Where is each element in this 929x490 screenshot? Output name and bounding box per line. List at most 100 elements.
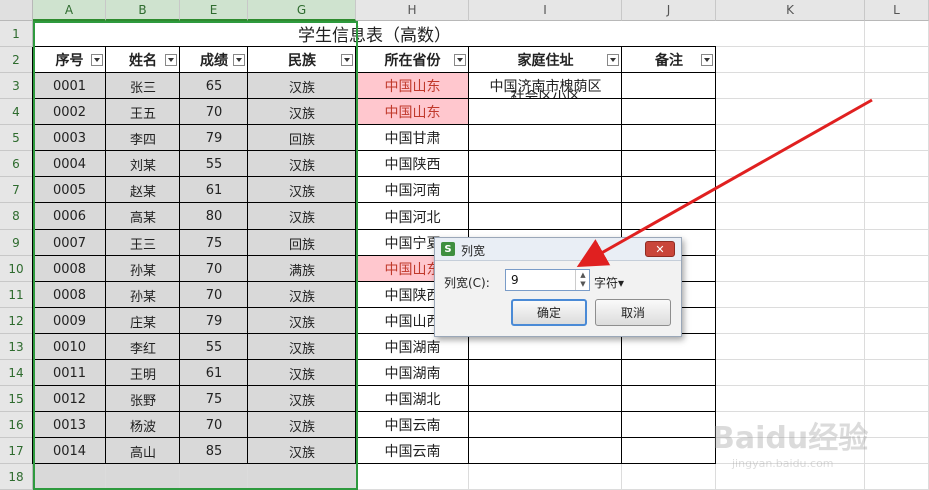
table-cell[interactable]: 中国云南 [356, 412, 469, 438]
row-header-13[interactable]: 13 [0, 334, 33, 360]
row-header-14[interactable]: 14 [0, 360, 33, 386]
filter-dropdown-icon[interactable] [233, 54, 245, 66]
unit-dropdown[interactable]: 字符▾ [594, 274, 624, 291]
table-cell[interactable] [622, 177, 716, 203]
column-header-K[interactable]: K [716, 0, 865, 21]
column-header-B[interactable]: B [106, 0, 180, 21]
table-cell[interactable]: 0010 [33, 334, 106, 360]
table-cell[interactable]: 庄某 [106, 308, 180, 334]
cancel-button[interactable]: 取消 [595, 299, 671, 326]
table-cell[interactable]: 0009 [33, 308, 106, 334]
table-cell[interactable]: 55 [180, 334, 248, 360]
column-header-E[interactable]: E [180, 0, 248, 21]
row-header-3[interactable]: 3 [0, 73, 33, 99]
column-header-I[interactable]: I [469, 0, 622, 21]
table-cell[interactable]: 张三 [106, 73, 180, 99]
table-cell[interactable]: 张野 [106, 386, 180, 412]
table-cell[interactable]: 0005 [33, 177, 106, 203]
row-header-5[interactable]: 5 [0, 125, 33, 151]
table-cell[interactable]: 中国湖北 [356, 386, 469, 412]
table-cell[interactable] [622, 412, 716, 438]
table-cell[interactable] [469, 177, 622, 203]
column-header-G[interactable]: G [248, 0, 356, 21]
table-cell[interactable]: 55 [180, 151, 248, 177]
row-header-12[interactable]: 12 [0, 308, 33, 334]
table-cell[interactable] [469, 386, 622, 412]
filter-dropdown-icon[interactable] [454, 54, 466, 66]
filter-dropdown-icon[interactable] [607, 54, 619, 66]
column-header-L[interactable]: L [865, 0, 929, 21]
table-cell[interactable]: 汉族 [248, 151, 356, 177]
column-header-A[interactable]: A [33, 0, 106, 21]
table-cell[interactable]: 刘某 [106, 151, 180, 177]
table-cell[interactable]: 回族 [248, 230, 356, 256]
table-cell[interactable]: 高山 [106, 438, 180, 464]
table-cell[interactable] [622, 99, 716, 125]
header-cell[interactable]: 所在省份 [356, 47, 469, 73]
width-spinner[interactable]: ▲ ▼ [575, 270, 590, 290]
spin-down-icon[interactable]: ▼ [576, 279, 590, 288]
row-header-10[interactable]: 10 [0, 256, 33, 282]
table-cell[interactable]: 李红 [106, 334, 180, 360]
table-cell[interactable]: 孙某 [106, 256, 180, 282]
table-cell[interactable]: 0003 [33, 125, 106, 151]
table-cell[interactable]: 0006 [33, 203, 106, 230]
row-header-9[interactable]: 9 [0, 230, 33, 256]
row-header-15[interactable]: 15 [0, 386, 33, 412]
table-cell[interactable]: 61 [180, 177, 248, 203]
row-header-8[interactable]: 8 [0, 203, 33, 230]
table-cell[interactable] [622, 125, 716, 151]
table-cell[interactable]: 孙某 [106, 282, 180, 308]
table-cell[interactable] [469, 203, 622, 230]
table-cell[interactable]: 0012 [33, 386, 106, 412]
filter-dropdown-icon[interactable] [165, 54, 177, 66]
table-cell[interactable]: 0007 [33, 230, 106, 256]
table-cell[interactable]: 王明 [106, 360, 180, 386]
row-header-6[interactable]: 6 [0, 151, 33, 177]
table-cell[interactable]: 0008 [33, 256, 106, 282]
table-cell[interactable] [622, 203, 716, 230]
table-cell[interactable] [469, 334, 622, 360]
table-cell[interactable]: 李四 [106, 125, 180, 151]
table-cell[interactable]: 79 [180, 125, 248, 151]
row-header-17[interactable]: 17 [0, 438, 33, 464]
row-header-11[interactable]: 11 [0, 282, 33, 308]
table-cell[interactable]: 汉族 [248, 99, 356, 125]
table-cell[interactable]: 满族 [248, 256, 356, 282]
table-cell[interactable]: 汉族 [248, 360, 356, 386]
table-cell[interactable]: 中国河南 [356, 177, 469, 203]
table-cell[interactable] [469, 99, 622, 125]
table-cell[interactable]: 汉族 [248, 203, 356, 230]
select-all-corner[interactable] [0, 0, 33, 21]
table-cell[interactable]: 中国湖南 [356, 334, 469, 360]
table-cell[interactable] [469, 360, 622, 386]
row-header-2[interactable]: 2 [0, 47, 33, 73]
table-cell[interactable]: 0013 [33, 412, 106, 438]
table-cell[interactable]: 中国湖南 [356, 360, 469, 386]
table-cell[interactable]: 高某 [106, 203, 180, 230]
filter-dropdown-icon[interactable] [341, 54, 353, 66]
filter-dropdown-icon[interactable] [701, 54, 713, 66]
ok-button[interactable]: 确定 [511, 299, 587, 326]
table-cell[interactable]: 中国河北 [356, 203, 469, 230]
header-cell[interactable]: 民族 [248, 47, 356, 73]
table-cell[interactable]: 汉族 [248, 412, 356, 438]
row-header-16[interactable]: 16 [0, 412, 33, 438]
close-button[interactable]: ✕ [645, 241, 675, 257]
table-cell[interactable]: 0014 [33, 438, 106, 464]
table-cell[interactable]: 0001 [33, 73, 106, 99]
column-header-J[interactable]: J [622, 0, 716, 21]
table-cell[interactable] [469, 125, 622, 151]
table-cell[interactable]: 80 [180, 203, 248, 230]
dialog-titlebar[interactable]: S 列宽 ✕ [435, 238, 681, 261]
table-cell[interactable]: 赵某 [106, 177, 180, 203]
table-cell[interactable]: 0011 [33, 360, 106, 386]
table-cell[interactable]: 汉族 [248, 73, 356, 99]
header-cell[interactable]: 家庭住址 [469, 47, 622, 73]
filter-dropdown-icon[interactable] [91, 54, 103, 66]
table-cell[interactable]: 汉族 [248, 386, 356, 412]
table-cell[interactable] [469, 151, 622, 177]
table-cell[interactable]: 杨波 [106, 412, 180, 438]
table-cell[interactable]: 70 [180, 412, 248, 438]
table-cell[interactable]: 汉族 [248, 308, 356, 334]
